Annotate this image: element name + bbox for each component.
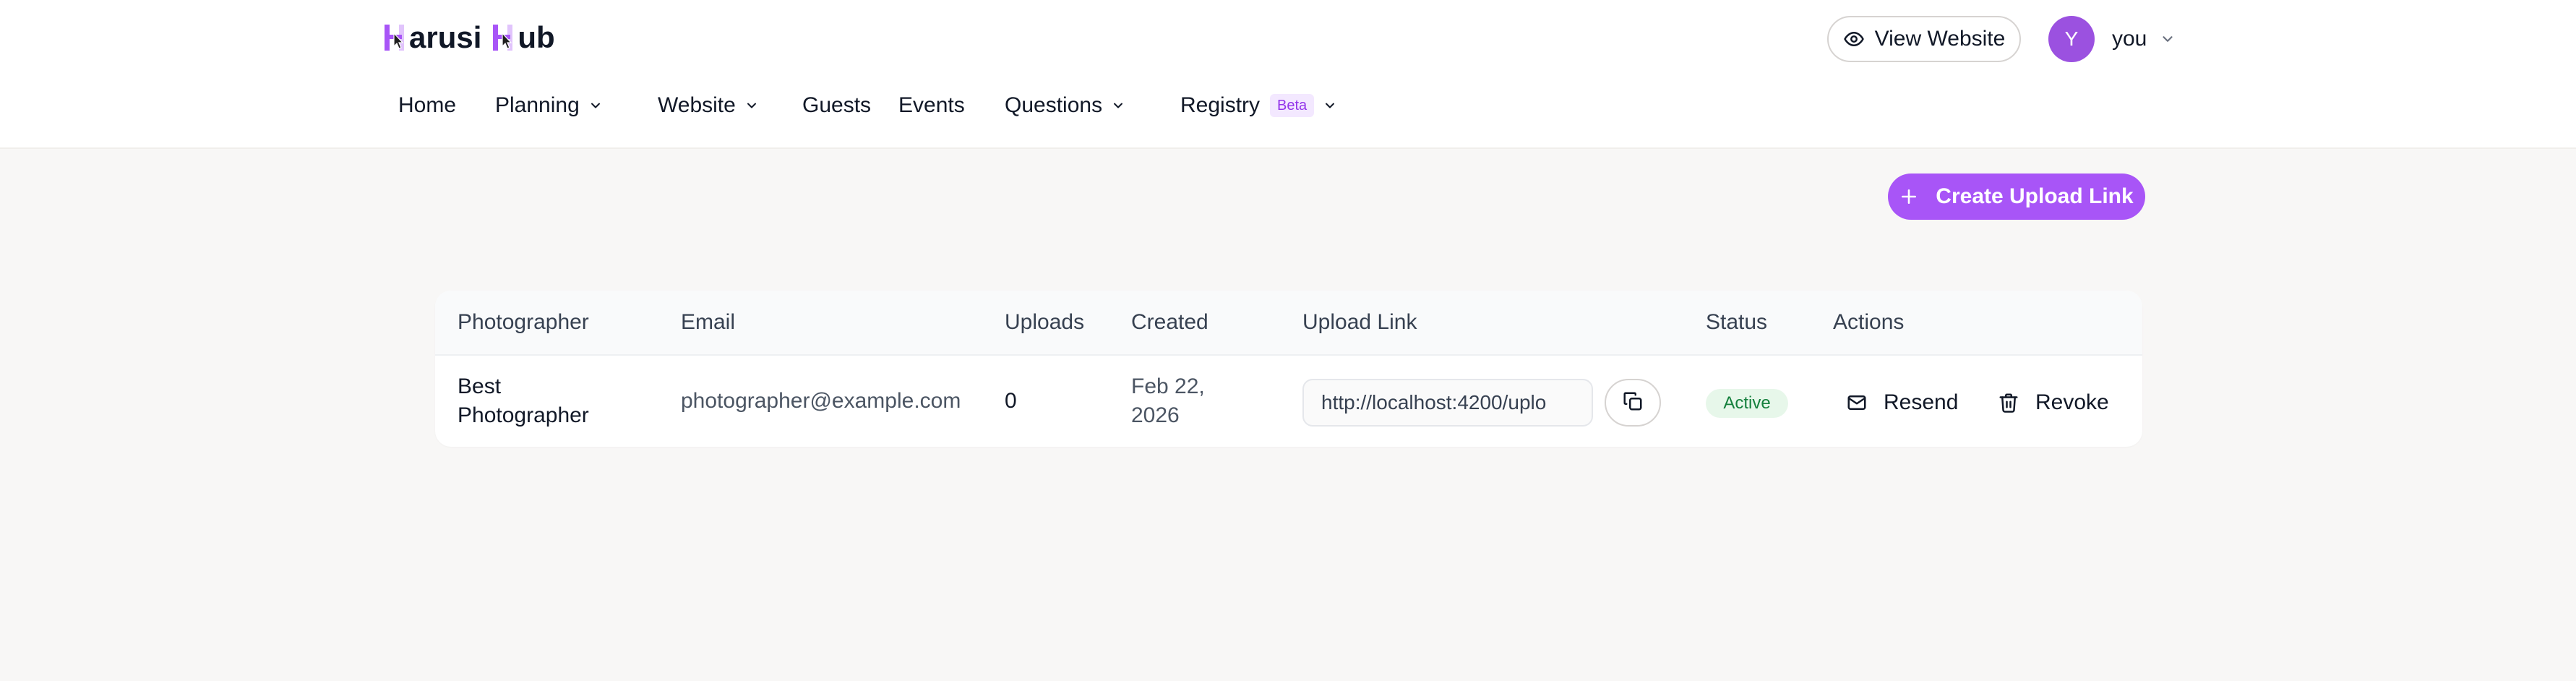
resend-label: Resend (1884, 390, 1959, 414)
chevron-down-icon (744, 98, 759, 113)
email-cell: photographer@example.com (681, 389, 961, 413)
chevron-down-icon (1111, 98, 1125, 113)
user-name: you (2112, 27, 2147, 51)
logo-word-first: arusi (409, 20, 482, 54)
avatar: Y (2048, 16, 2095, 62)
column-header-status: Status (1706, 310, 1768, 334)
nav-item-label: Events (898, 93, 965, 117)
column-header-photographer: Photographer (458, 310, 589, 334)
nav-item-label: Guests (802, 93, 872, 117)
uploads-cell: 0 (1005, 389, 1017, 413)
plus-icon (1899, 187, 1918, 206)
nav-item-questions[interactable]: Questions (1005, 85, 1125, 126)
photographer-name-line: Photographer (458, 403, 589, 427)
copy-icon (1622, 390, 1644, 416)
eye-icon (1843, 28, 1865, 50)
nav-item-planning[interactable]: Planning (495, 85, 603, 126)
chevron-down-icon (1323, 98, 1337, 113)
revoke-label: Revoke (2035, 390, 2109, 414)
column-header-created: Created (1131, 310, 1208, 334)
top-header: arusi ub View Website Y you Home Plannin… (0, 0, 2576, 149)
brand-logo[interactable]: arusi ub (385, 19, 555, 56)
view-website-button[interactable]: View Website (1827, 16, 2021, 62)
nav-item-label: Questions (1005, 93, 1103, 117)
revoke-button[interactable]: Revoke (1998, 379, 2109, 427)
table-row: Best Photographer photographer@example.c… (435, 356, 2142, 447)
upload-links-table: Photographer Email Uploads Created Uploa… (435, 291, 2142, 447)
photographer-name-line: Best (458, 374, 502, 398)
nav-item-label: Planning (495, 93, 580, 117)
nav-item-label: Home (398, 93, 457, 117)
mail-icon (1846, 392, 1868, 414)
logo-word-second: ub (518, 20, 555, 54)
column-header-email: Email (681, 310, 736, 334)
nav-item-website[interactable]: Website (658, 85, 759, 126)
logo-h-mark-icon (493, 23, 515, 52)
nav-item-registry[interactable]: Registry Beta (1180, 85, 1337, 126)
table-header: Photographer Email Uploads Created Uploa… (435, 291, 2142, 356)
chevron-down-icon (2160, 31, 2176, 47)
logo-h-mark-icon (385, 23, 406, 52)
nav-item-label: Website (658, 93, 736, 117)
status-badge: Active (1706, 389, 1788, 418)
created-cell: Feb 22, 2026 (1131, 356, 1205, 447)
column-header-uploads: Uploads (1005, 310, 1085, 334)
created-date-line: Feb 22, (1131, 374, 1205, 398)
nav-item-events[interactable]: Events (898, 85, 965, 126)
copy-link-button[interactable] (1605, 379, 1661, 427)
resend-button[interactable]: Resend (1846, 379, 1958, 427)
view-website-label: View Website (1874, 27, 2006, 51)
photographer-cell: Best Photographer (458, 356, 589, 447)
nav-item-guests[interactable]: Guests (802, 85, 871, 126)
nav-item-label: Registry (1180, 93, 1261, 117)
beta-badge: Beta (1270, 94, 1315, 117)
nav-item-home[interactable]: Home (398, 85, 456, 126)
trash-icon (1998, 392, 2019, 414)
column-header-upload-link: Upload Link (1302, 310, 1417, 334)
column-header-actions: Actions (1833, 310, 1905, 334)
create-upload-link-label: Create Upload Link (1936, 184, 2134, 208)
chevron-down-icon (588, 98, 603, 113)
upload-link-field[interactable]: http://localhost:4200/uplo (1302, 379, 1593, 427)
create-upload-link-button[interactable]: Create Upload Link (1888, 174, 2145, 220)
main-nav: Home Planning Website Guests Events Ques… (0, 85, 2576, 126)
user-menu[interactable]: Y you (2048, 16, 2176, 62)
created-date-line: 2026 (1131, 403, 1180, 427)
